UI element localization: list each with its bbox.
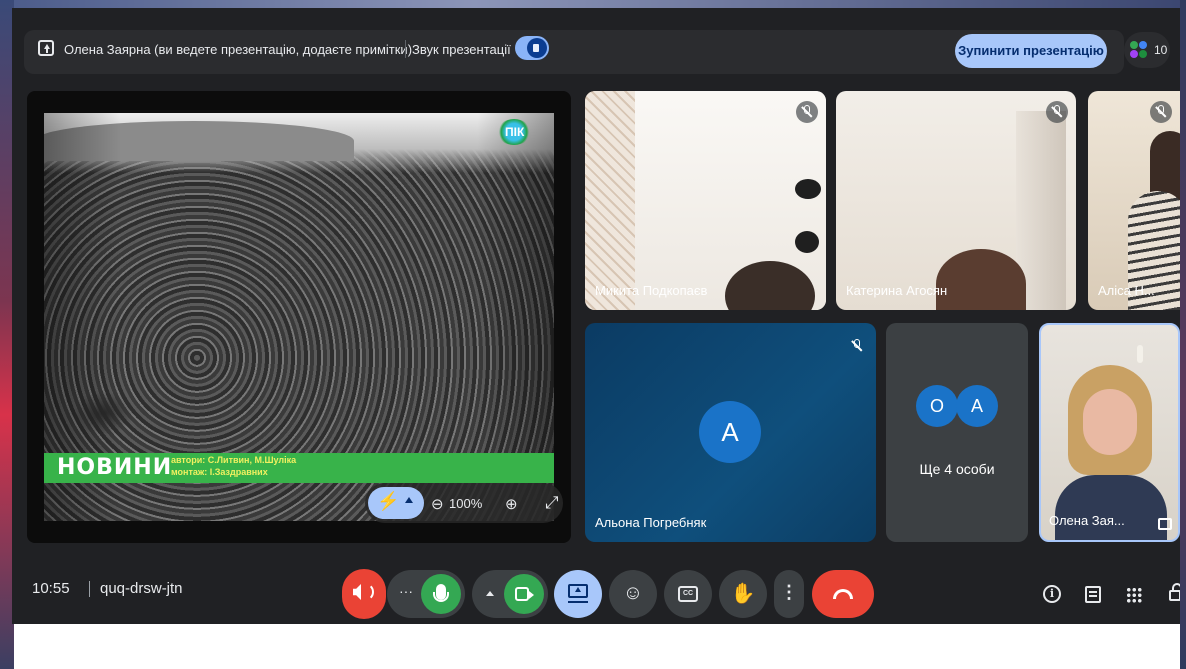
presentation-audio-label: Звук презентації xyxy=(412,42,511,57)
mic-off-icon xyxy=(1150,101,1172,123)
zoom-level: 100% xyxy=(449,496,483,511)
present-button[interactable] xyxy=(554,570,602,618)
participant-tile[interactable]: Катерина Агосян xyxy=(836,91,1076,310)
avatar: A xyxy=(699,401,761,463)
volume-icon xyxy=(353,584,361,600)
lamp xyxy=(1137,345,1143,363)
presentation-audio-toggle[interactable] xyxy=(515,36,549,60)
participant-tile[interactable]: Микита Подкопаєв xyxy=(585,91,826,310)
captions-icon: CC xyxy=(678,586,698,602)
meeting-code: quq-drsw-jtn xyxy=(100,580,183,597)
raise-hand-icon: ✋ xyxy=(730,583,756,605)
participant-name: Катерина Агосян xyxy=(846,283,948,298)
presentation-mode-button[interactable]: ⚡ xyxy=(368,487,424,519)
emoji-button[interactable]: ☺ xyxy=(609,570,657,618)
people-icon xyxy=(1130,41,1148,59)
more-options-icon[interactable]: ··· xyxy=(399,583,413,599)
volume-wave-icon xyxy=(364,583,374,601)
host-controls-icon[interactable] xyxy=(1169,583,1180,601)
bolt-icon: ⚡ xyxy=(377,491,400,511)
activities-icon[interactable] xyxy=(1126,587,1142,603)
mic-off-icon xyxy=(796,101,818,123)
avatar: A xyxy=(956,385,998,427)
zoom-in-icon[interactable]: ⊕ xyxy=(505,495,518,513)
self-view-tile[interactable]: Олена Зая... xyxy=(1039,323,1180,542)
mic-control-group: ··· xyxy=(387,570,465,618)
participant-name: Альона Погребняк xyxy=(595,515,707,530)
info-icon[interactable]: i xyxy=(1043,585,1061,603)
zoom-out-icon[interactable]: ⊖ xyxy=(431,495,444,513)
caret-up-icon xyxy=(405,497,413,503)
mic-off-icon xyxy=(846,335,868,357)
mic-off-icon xyxy=(1046,101,1068,123)
stop-presenting-button[interactable]: Зупинити презентацію xyxy=(955,34,1107,68)
credit-authors: автори: С.Литвин, М.Шуліка xyxy=(171,455,297,465)
window-edge-right xyxy=(1180,0,1186,669)
camera-icon xyxy=(515,587,534,601)
meeting-time: 10:55 xyxy=(32,580,70,597)
more-vert-icon: ⋮ xyxy=(780,582,798,602)
more-participants-tile[interactable]: O A Ще 4 особи xyxy=(886,323,1028,542)
participant-body xyxy=(1055,475,1167,540)
credit-montage: монтаж: І.Заздравних xyxy=(171,467,268,477)
present-base-icon xyxy=(568,601,588,603)
raise-hand-button[interactable]: ✋ xyxy=(719,570,767,618)
camera-control-group xyxy=(472,570,548,618)
window-edge-top xyxy=(0,0,1186,8)
tv-logo-text: ПІК xyxy=(505,125,525,139)
presenter-text: Олена Заярна (ви ведете презентацію, дод… xyxy=(64,42,413,57)
more-options-button[interactable]: ⋮ xyxy=(774,570,804,618)
people-count: 10 xyxy=(1154,43,1168,57)
pip-icon[interactable] xyxy=(1158,518,1172,530)
banner-divider xyxy=(405,40,406,58)
avatar: O xyxy=(916,385,958,427)
lamp xyxy=(795,231,819,253)
emoji-icon: ☺ xyxy=(622,582,644,604)
lamp xyxy=(795,179,821,199)
participant-name: Микита Подкопаєв xyxy=(595,283,708,298)
chat-icon[interactable] xyxy=(1085,586,1101,603)
present-icon xyxy=(568,584,588,598)
chevron-up-icon[interactable] xyxy=(486,591,494,596)
end-call-icon xyxy=(833,589,853,599)
news-title: НОВИНИ xyxy=(57,455,173,480)
participant-face xyxy=(1083,389,1137,455)
participant-name: Олена Зая... xyxy=(1049,513,1125,528)
camera-button[interactable] xyxy=(504,574,544,614)
share-screen-icon xyxy=(38,40,54,56)
fullscreen-icon[interactable]: ⤢ xyxy=(545,493,559,513)
audio-toggle-knob-icon xyxy=(527,38,547,58)
wallpaper xyxy=(585,91,635,310)
presentation-view: ПІК НОВИНИ автори: С.Литвин, М.Шуліка мо… xyxy=(27,91,571,543)
participant-name: Аліса Н... xyxy=(1098,283,1155,298)
mic-icon xyxy=(433,584,449,602)
end-call-button[interactable] xyxy=(812,570,874,618)
captions-button[interactable]: CC xyxy=(664,570,712,618)
meet-window: Олена Заярна (ви ведете презентацію, дод… xyxy=(12,8,1180,624)
more-participants-label: Ще 4 особи xyxy=(919,461,995,477)
mic-button[interactable] xyxy=(421,574,461,614)
participant-tile[interactable]: Аліса Н... xyxy=(1088,91,1180,310)
volume-button[interactable] xyxy=(342,569,386,619)
participant-head xyxy=(936,249,1026,310)
time-divider xyxy=(89,581,90,597)
participant-tile[interactable]: A Альона Погребняк xyxy=(585,323,876,542)
